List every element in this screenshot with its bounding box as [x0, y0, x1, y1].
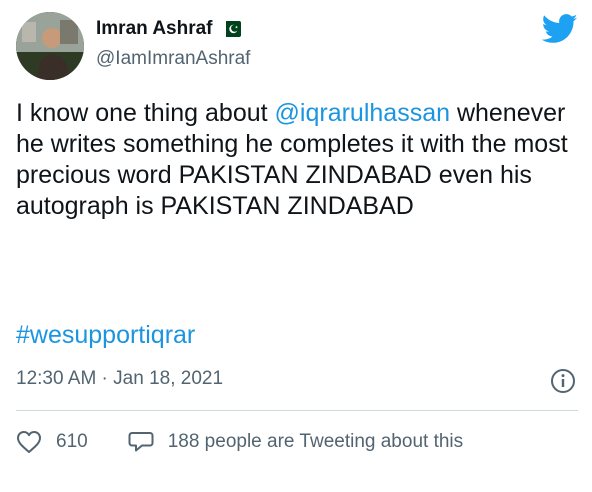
author-avatar[interactable]: [16, 12, 84, 80]
like-count: 610: [56, 431, 88, 452]
reply-action[interactable]: 188 people are Tweeting about this: [128, 430, 463, 454]
author-handle[interactable]: @IamImranAshraf: [96, 48, 250, 70]
divider: [16, 410, 578, 411]
info-icon[interactable]: [550, 368, 576, 394]
pakistan-flag-icon: [220, 21, 241, 37]
mention-link[interactable]: @iqrarulhassan: [275, 99, 450, 127]
speech-bubble-icon[interactable]: [128, 430, 154, 454]
tweet-body: I know one thing about @iqrarulhassan wh…: [16, 98, 581, 222]
tweeting-about-count[interactable]: 188 people are Tweeting about this: [168, 431, 463, 453]
tweet-body-prefix: I know one thing about: [16, 99, 275, 127]
twitter-bird-icon[interactable]: [542, 14, 578, 44]
like-action[interactable]: 610: [16, 430, 88, 454]
author-name[interactable]: Imran Ashraf: [96, 18, 213, 40]
tweet-actions: 610 188 people are Tweeting about this: [16, 424, 463, 460]
heart-icon[interactable]: [16, 430, 42, 454]
hashtag-link[interactable]: #wesupportiqrar: [16, 321, 195, 349]
tweet-timestamp[interactable]: 12:30 AM · Jan 18, 2021: [16, 368, 223, 390]
tweet-card: Imran Ashraf @IamImranAshraf I know one …: [0, 0, 592, 492]
